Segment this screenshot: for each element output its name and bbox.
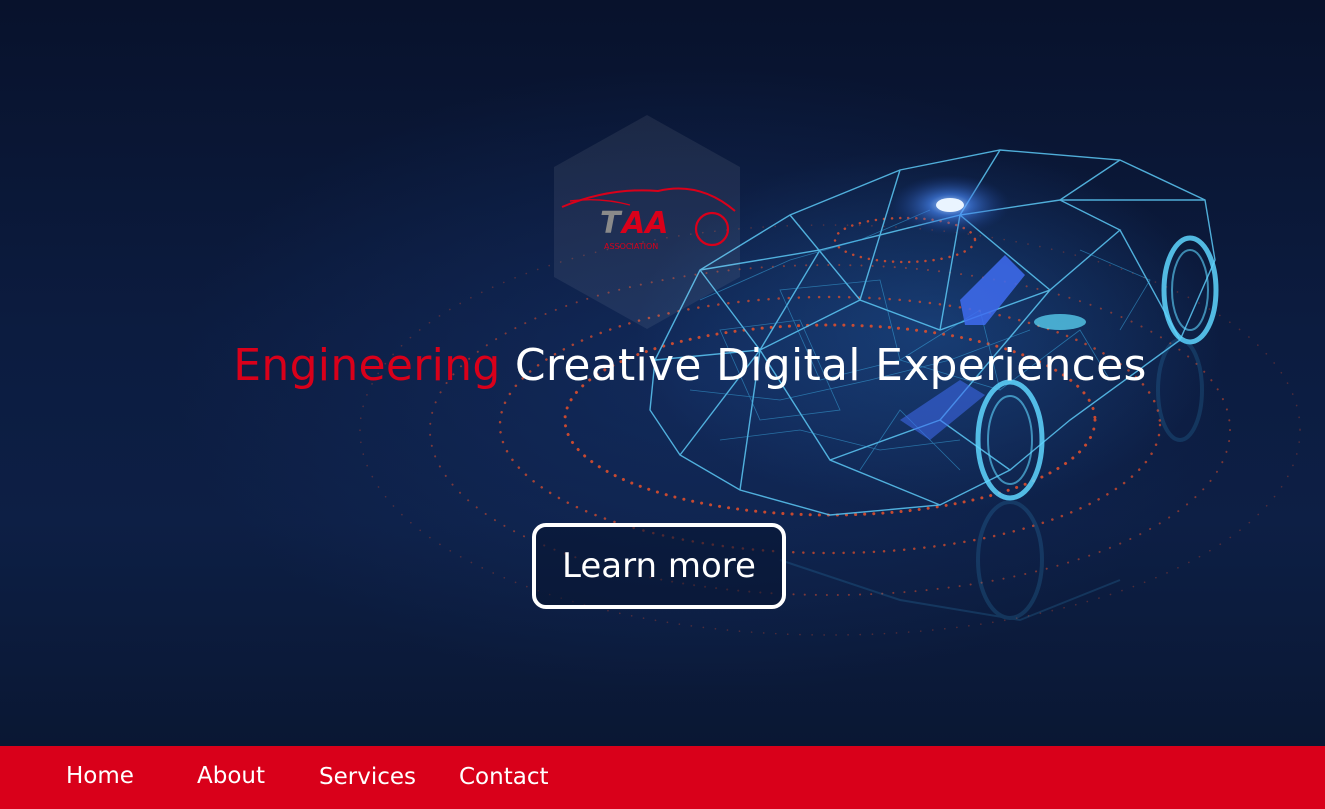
headline-accent: Engineering xyxy=(233,340,501,391)
hero-section: T AA ASSOCIATION Engineering Creative Di… xyxy=(0,0,1325,746)
bottom-navbar: Home About Services Contact xyxy=(0,746,1325,809)
hero-headline: Engineering Creative Digital Experiences xyxy=(0,340,1325,391)
headline-rest: Creative Digital Experiences xyxy=(500,340,1147,391)
learn-more-button[interactable]: Learn more xyxy=(532,523,786,609)
taa-logo: T AA ASSOCIATION xyxy=(554,115,740,329)
nav-home-link[interactable]: Home xyxy=(66,745,134,808)
taa-logo-subtext: ASSOCIATION xyxy=(604,242,658,251)
svg-text:T: T xyxy=(600,206,623,241)
nav-services-link[interactable]: Services xyxy=(319,746,416,809)
svg-text:AA: AA xyxy=(620,206,668,241)
nav-about-link[interactable]: About xyxy=(197,745,265,808)
nav-contact-link[interactable]: Contact xyxy=(459,746,548,809)
